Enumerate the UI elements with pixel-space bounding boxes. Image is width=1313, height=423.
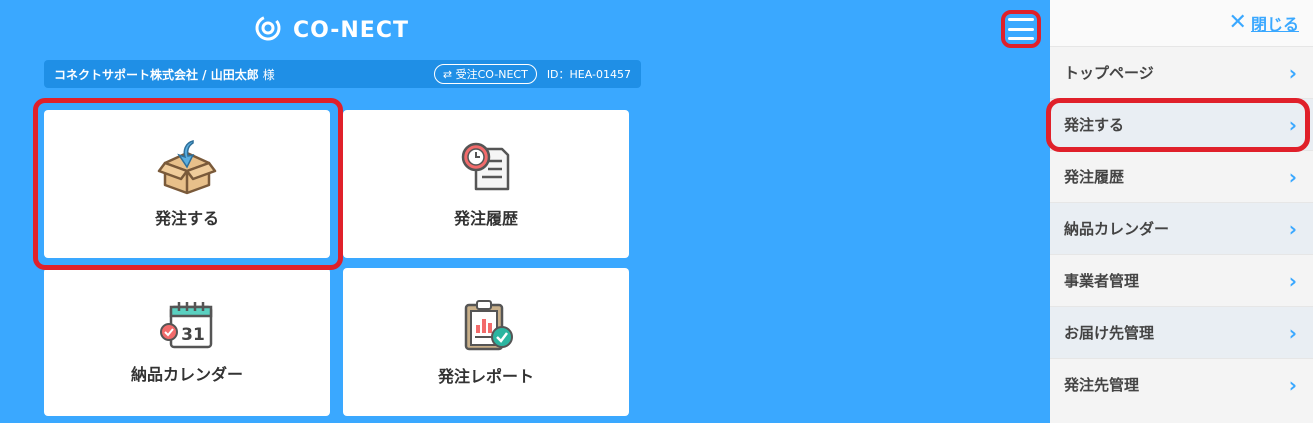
hamburger-icon xyxy=(1008,18,1034,40)
tile-place-order[interactable]: 発注する xyxy=(44,110,330,258)
tile-order-history[interactable]: 発注履歴 xyxy=(343,110,629,258)
menu-item-label: 発注先管理 xyxy=(1064,376,1140,394)
clock-document-icon xyxy=(458,139,514,195)
menu-item-order-history[interactable]: 発注履歴 › xyxy=(1050,150,1313,202)
tile-label: 発注する xyxy=(154,209,219,228)
tile-label: 発注レポート xyxy=(437,367,534,386)
user-info-bar: コネクトサポート株式会社 / 山田太郎 様 ⇄ 受注CO-NECT ID：HEA… xyxy=(44,60,641,88)
chevron-right-icon: › xyxy=(1288,320,1297,345)
brand-name: CO-NECT xyxy=(293,17,409,43)
chevron-right-icon: › xyxy=(1288,60,1297,85)
menu-item-business-management[interactable]: 事業者管理 › xyxy=(1050,254,1313,306)
tile-order-report[interactable]: 発注レポート xyxy=(343,268,629,416)
menu-item-delivery-calendar[interactable]: 納品カレンダー › xyxy=(1050,202,1313,254)
menu-item-place-order[interactable]: 発注する › xyxy=(1050,98,1313,150)
side-menu: ✕ 閉じる トップページ › 発注する › 発注履歴 › 納品カレンダー › 事… xyxy=(1050,0,1313,423)
brand-logo[interactable]: CO-NECT xyxy=(253,12,409,48)
menu-item-supplier-management[interactable]: 発注先管理 › xyxy=(1050,358,1313,410)
tile-delivery-calendar[interactable]: 31 納品カレンダー xyxy=(44,268,330,416)
hamburger-menu-button[interactable] xyxy=(1001,10,1041,48)
chevron-right-icon: › xyxy=(1288,112,1297,137)
menu-item-label: トップページ xyxy=(1064,64,1154,82)
close-menu-button[interactable]: ✕ 閉じる xyxy=(1050,0,1313,46)
tile-label: 納品カレンダー xyxy=(130,365,243,384)
menu-item-label: 事業者管理 xyxy=(1064,272,1140,290)
user-id: ID：HEA-01457 xyxy=(546,68,631,81)
menu-item-delivery-destination-management[interactable]: お届け先管理 › xyxy=(1050,306,1313,358)
switch-to-order-receive-button[interactable]: ⇄ 受注CO-NECT xyxy=(433,64,537,84)
menu-item-top-page[interactable]: トップページ › xyxy=(1050,46,1313,98)
company-user-name: コネクトサポート株式会社 / 山田太郎 xyxy=(54,67,259,82)
honorific: 様 xyxy=(262,67,275,82)
menu-item-label: お届け先管理 xyxy=(1064,324,1155,342)
calendar-icon: 31 xyxy=(157,299,217,351)
co-nect-logo-icon xyxy=(253,13,283,47)
menu-item-label: 発注履歴 xyxy=(1064,168,1125,186)
report-clipboard-icon xyxy=(456,297,516,353)
menu-item-label: 発注する xyxy=(1064,116,1125,134)
box-order-icon xyxy=(157,139,217,195)
chevron-right-icon: › xyxy=(1288,268,1297,293)
chevron-right-icon: › xyxy=(1288,164,1297,189)
chevron-right-icon: › xyxy=(1288,216,1297,241)
calendar-day: 31 xyxy=(181,325,205,345)
close-icon: ✕ xyxy=(1228,10,1247,35)
chevron-right-icon: › xyxy=(1288,372,1297,397)
close-label: 閉じる xyxy=(1250,15,1299,34)
menu-item-label: 納品カレンダー xyxy=(1064,220,1170,238)
tile-label: 発注履歴 xyxy=(453,209,518,228)
